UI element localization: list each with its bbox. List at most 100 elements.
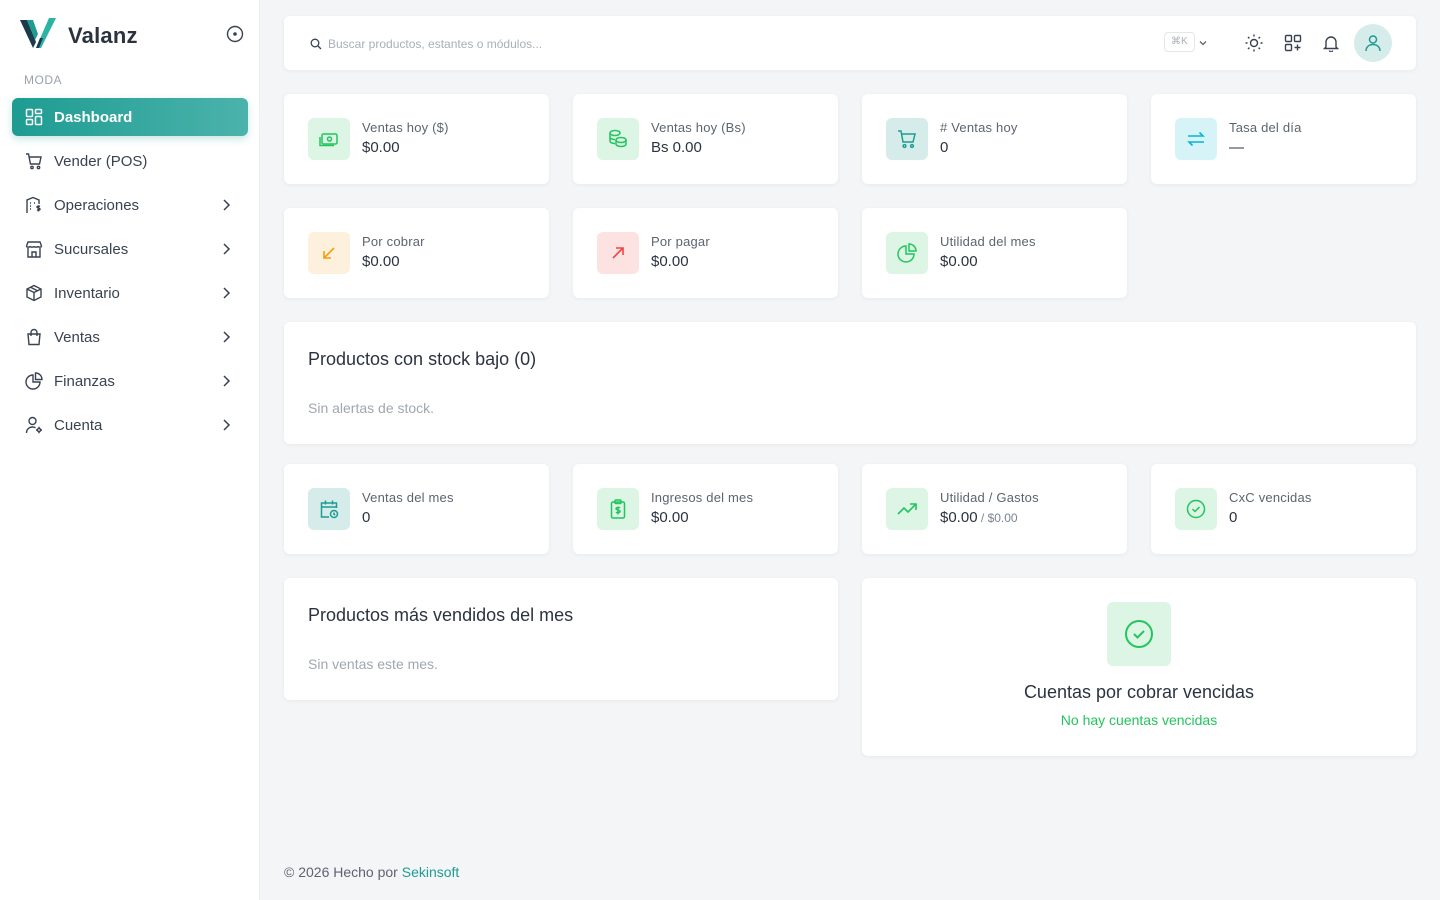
top-products-panel: Productos más vendidos del mes Sin venta… xyxy=(284,578,838,700)
stat-card-por-cobrar: Por cobrar $0.00 xyxy=(284,208,549,298)
building-dollar-icon xyxy=(24,195,44,215)
stat-label: Ingresos del mes xyxy=(651,490,754,505)
stat-card-ventas-del-mes: Ventas del mes 0 xyxy=(284,464,549,554)
chevron-down-icon[interactable] xyxy=(1198,38,1208,48)
clipboard-dollar-icon xyxy=(597,488,639,530)
shopping-bag-icon xyxy=(24,327,44,347)
footer-company-link[interactable]: Sekinsoft xyxy=(402,864,460,880)
stat-label: Ventas del mes xyxy=(362,490,454,505)
notifications-button[interactable] xyxy=(1321,33,1341,53)
low-stock-panel: Productos con stock bajo (0) Sin alertas… xyxy=(284,322,1416,444)
pie-chart-icon xyxy=(886,232,928,274)
search-input[interactable] xyxy=(328,32,1028,56)
stat-label: Por pagar xyxy=(651,234,710,249)
stat-value: $0.00 xyxy=(362,253,400,270)
panel-title: Productos con stock bajo (0) xyxy=(308,349,537,369)
stat-value: $0.00 / $0.00 xyxy=(940,509,1018,526)
stat-card-numero-ventas-hoy: # Ventas hoy 0 xyxy=(862,94,1127,184)
grid-icon xyxy=(24,107,44,127)
stat-label: Utilidad / Gastos xyxy=(940,490,1039,505)
overdue-subtitle: No hay cuentas vencidas xyxy=(1060,712,1218,728)
footer: © 2026 Hecho por Sekinsoft xyxy=(284,864,459,880)
trending-up-icon xyxy=(886,488,928,530)
chevron-right-icon xyxy=(223,287,231,299)
check-circle-icon xyxy=(1107,602,1171,666)
sidebar-item-label: Vender (POS) xyxy=(54,152,148,170)
circle-dot-icon xyxy=(226,25,244,43)
stat-value: $0.00 xyxy=(940,253,978,270)
brand-name: Valanz xyxy=(68,22,138,48)
stat-card-ventas-hoy-usd: Ventas hoy ($) $0.00 xyxy=(284,94,549,184)
search-shortcut-badge: ⌘K xyxy=(1164,32,1195,52)
stat-label: Utilidad del mes xyxy=(940,234,1036,249)
valanz-logo-icon xyxy=(20,18,56,53)
stat-value: $0.00 xyxy=(362,139,400,156)
store-icon xyxy=(24,239,44,259)
apps-button[interactable] xyxy=(1283,33,1303,53)
stat-value: — xyxy=(1229,139,1244,156)
stat-value: $0.00 xyxy=(651,253,689,270)
stat-card-ventas-hoy-bs: Ventas hoy (Bs) Bs 0.00 xyxy=(573,94,838,184)
cart-icon xyxy=(886,118,928,160)
search-icon xyxy=(310,38,322,50)
sidebar-item-label: Dashboard xyxy=(54,108,133,126)
stat-label: CxC vencidas xyxy=(1229,490,1312,505)
arrow-down-left-icon xyxy=(308,232,350,274)
exchange-arrows-icon xyxy=(1175,118,1217,160)
sidebar-item-label: Finanzas xyxy=(54,372,115,390)
sidebar-item-dashboard[interactable]: Dashboard xyxy=(12,98,248,136)
sidebar-nav: Dashboard Vender (POS) Operaciones Sucur… xyxy=(12,98,248,450)
sidebar-item-vender-pos[interactable]: Vender (POS) xyxy=(12,142,248,180)
stat-card-tasa-del-dia: Tasa del día — xyxy=(1151,94,1416,184)
stat-value: 0 xyxy=(362,509,371,526)
coins-icon xyxy=(597,118,639,160)
stat-card-cxc-vencidas: CxC vencidas 0 xyxy=(1151,464,1416,554)
brand[interactable]: Valanz xyxy=(20,18,138,53)
sidebar-item-inventario[interactable]: Inventario xyxy=(12,274,248,312)
panel-empty-message: Sin ventas este mes. xyxy=(308,656,438,672)
overdue-title: Cuentas por cobrar vencidas xyxy=(1023,682,1255,702)
sidebar-item-label: Ventas xyxy=(54,328,100,346)
sidebar-item-cuenta[interactable]: Cuenta xyxy=(12,406,248,444)
sidebar-item-label: Operaciones xyxy=(54,196,140,214)
sidebar-toggle-button[interactable] xyxy=(226,25,244,43)
stat-value-main: $0.00 xyxy=(940,509,978,526)
stat-value: Bs 0.00 xyxy=(651,139,702,156)
calendar-clock-icon xyxy=(308,488,350,530)
stat-label: # Ventas hoy xyxy=(940,120,1018,135)
sidebar-item-ventas[interactable]: Ventas xyxy=(12,318,248,356)
cart-icon xyxy=(24,151,44,171)
stat-label: Por cobrar xyxy=(362,234,425,249)
sidebar-item-label: Sucursales xyxy=(54,240,129,258)
box-icon xyxy=(24,283,44,303)
footer-text: © 2026 Hecho por xyxy=(284,864,402,880)
chevron-right-icon xyxy=(223,199,231,211)
stat-label: Ventas hoy ($) xyxy=(362,120,449,135)
sun-icon xyxy=(1245,34,1263,52)
money-icon xyxy=(308,118,350,160)
apps-grid-icon xyxy=(1284,34,1302,52)
overdue-accounts-panel: Cuentas por cobrar vencidas No hay cuent… xyxy=(862,578,1416,756)
sidebar-item-operaciones[interactable]: Operaciones xyxy=(12,186,248,224)
panel-title: Productos más vendidos del mes xyxy=(308,605,574,625)
theme-toggle-button[interactable] xyxy=(1244,33,1264,53)
stat-card-utilidad-gastos: Utilidad / Gastos $0.00 / $0.00 xyxy=(862,464,1127,554)
sidebar-section-label: MODA xyxy=(24,73,62,87)
sidebar-item-finanzas[interactable]: Finanzas xyxy=(12,362,248,400)
stat-value: 0 xyxy=(940,139,949,156)
user-icon xyxy=(1365,35,1381,52)
panel-empty-message: Sin alertas de stock. xyxy=(308,400,435,416)
bell-icon xyxy=(1322,36,1340,52)
stat-value-secondary: $0.00 xyxy=(987,511,1018,525)
stat-value: $0.00 xyxy=(651,509,689,526)
stat-label: Tasa del día xyxy=(1229,120,1302,135)
chevron-right-icon xyxy=(223,375,231,387)
sidebar-item-sucursales[interactable]: Sucursales xyxy=(12,230,248,268)
stat-card-utilidad-del-mes: Utilidad del mes $0.00 xyxy=(862,208,1127,298)
stat-value: 0 xyxy=(1229,509,1238,526)
sidebar: Valanz MODA Dashboard Vender (POS) Opera… xyxy=(0,0,260,900)
sidebar-item-label: Cuenta xyxy=(54,416,103,434)
topbar: ⌘K xyxy=(284,16,1416,70)
user-avatar[interactable] xyxy=(1354,24,1392,62)
stat-card-por-pagar: Por pagar $0.00 xyxy=(573,208,838,298)
